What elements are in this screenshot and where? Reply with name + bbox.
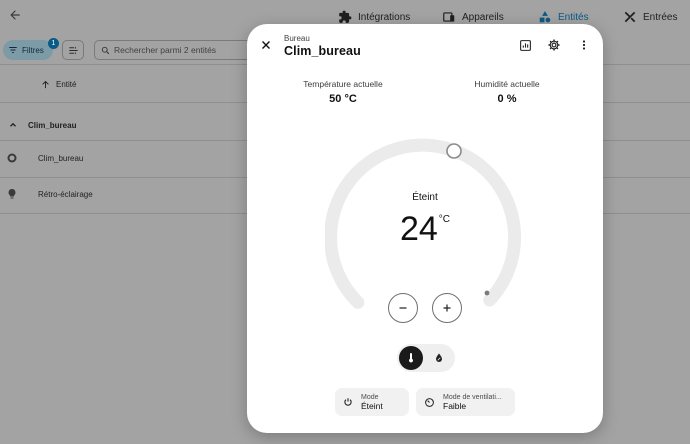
minus-icon [399,307,407,309]
temperature-dial[interactable]: Éteint 24°C [324,130,525,330]
tab-label: Entrées [643,11,678,23]
current-humidity: Humidité actuelle 0 % [442,79,572,105]
fan-speed-icon [425,397,434,407]
plus-icon [443,304,451,312]
feature-label: Mode [361,393,379,401]
fan-mode-control[interactable]: Mode de ventilati... Faible [416,388,515,416]
search-icon [101,46,110,54]
filters-label: Filtres [22,45,44,55]
gear-icon [548,39,560,51]
close-button[interactable] [257,36,275,54]
current-temperature-value: 50 °C [329,93,357,105]
search-placeholder: Rechercher parmi 2 entités [114,45,217,55]
search-input[interactable]: Rechercher parmi 2 entités [94,40,254,60]
devices-icon [441,9,457,25]
filters-count-badge: 1 [48,38,59,49]
hvac-mode-control[interactable]: Mode Éteint [335,388,409,416]
tab-label: Entités [558,11,589,23]
chevron-up-icon [10,122,16,127]
hvac-state: Éteint [412,192,438,203]
feature-value: Éteint [361,400,383,411]
thermostat-icon [7,153,17,163]
feature-value: Faible [443,400,467,411]
target-temperature: 24°C [325,210,525,249]
settings-button[interactable] [545,36,563,54]
column-header-label: Entité [56,80,77,89]
column-header-entity[interactable]: Entité [40,79,76,90]
row-name: Clim_bureau [38,153,84,163]
target-temperature-value: 24 [399,210,438,248]
group-label: Clim_bureau [28,120,77,130]
filters-button[interactable]: Filtres 1 [3,38,59,60]
current-humidity-label: Humidité actuelle [474,79,540,89]
row-name: Rétro-éclairage [38,189,93,199]
dial-mode-toggle [397,344,455,372]
table-row[interactable]: Rétro-éclairage [6,184,93,204]
tab-label: Appareils [462,11,504,23]
list-settings-icon [68,46,78,54]
target-temperature-unit: °C [438,214,451,225]
humidity-mode-button[interactable] [427,346,451,370]
table-row[interactable]: Clim_bureau [6,148,83,168]
tab-inputs[interactable]: Entrées [622,6,677,28]
filter-icon [9,46,17,54]
group-by-button[interactable] [62,40,84,60]
current-temperature: Température actuelle 50 °C [278,79,408,105]
history-button[interactable] [516,36,534,54]
arrow-left-icon [10,10,20,20]
tab-label: Intégrations [358,11,411,23]
thermometer-icon [409,353,413,363]
decrease-temperature-button[interactable] [388,293,418,323]
puzzle-icon [337,9,353,25]
power-icon [344,398,352,406]
tools-icon [622,9,638,25]
temperature-mode-button[interactable] [399,346,423,370]
dial-handle[interactable] [446,143,462,159]
current-temperature-label: Température actuelle [303,79,383,89]
back-button[interactable] [6,5,24,27]
bulb-icon [8,189,16,199]
water-percent-icon [436,353,442,362]
chart-box-icon [519,39,531,51]
increase-temperature-button[interactable] [432,293,462,323]
dialog-title: Clim_bureau [284,44,361,58]
close-icon [262,41,270,49]
dial-max-dot [484,290,490,296]
current-humidity-value: 0 % [497,93,517,105]
dialog-subtitle: Bureau [284,34,310,43]
more-options-button[interactable] [575,36,593,54]
dots-vertical-icon [582,40,586,50]
climate-dialog: Bureau Clim_bureau Température actuelle … [247,24,603,433]
group-header[interactable]: Clim_bureau [8,120,76,130]
shapes-icon [537,9,553,25]
feature-label: Mode de ventilati... [443,393,502,401]
arrow-up-icon [42,80,49,89]
